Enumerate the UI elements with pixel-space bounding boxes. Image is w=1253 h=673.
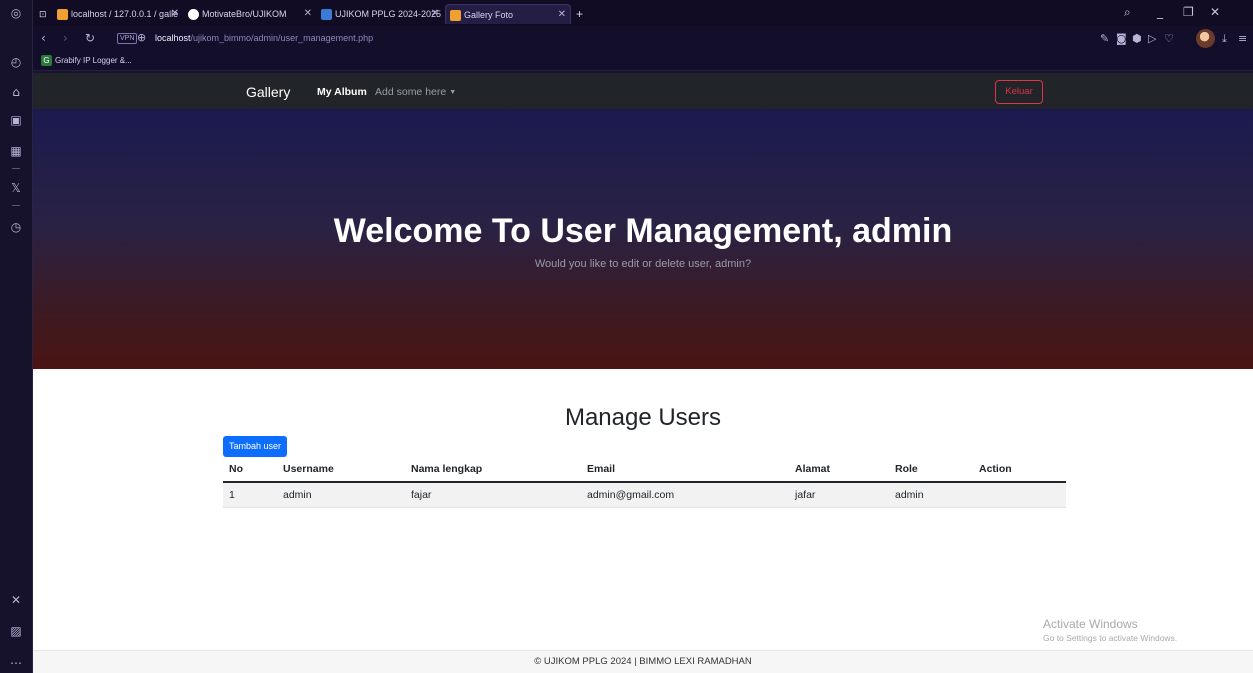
table-row: 1 admin fajar admin@gmail.com jafar admi… [223,482,1066,508]
more-icon[interactable]: ⋯ [8,655,24,671]
shopping-bag-icon[interactable]: ⌂ [8,84,24,100]
tab-github[interactable]: MotivateBro/UJIKOM ✕ [188,4,316,24]
download-icon[interactable]: ⤓ [1222,32,1227,45]
sidebar-divider [12,168,20,169]
twitch-icon[interactable]: ▣ [8,112,24,128]
phpmyadmin-favicon-icon [57,9,68,21]
bookmark-label: Grabify IP Logger &... [55,56,132,65]
gallery-favicon-icon [450,10,461,22]
site-navbar: Gallery My Album Add some here ▼ Keluar [33,73,1253,109]
speed-dial-icon[interactable]: ◴ [8,54,24,70]
close-window-icon[interactable]: ✕ [1210,5,1220,19]
x-twitter-icon[interactable]: 𝕏 [8,180,24,196]
nav-dropdown-label: Add some here [375,86,447,98]
hero-title: Welcome To User Management, admin [333,212,953,250]
new-tab-button[interactable]: + [576,4,588,24]
users-table: No Username Nama lengkap Email Alamat Ro… [223,457,1066,508]
col-action: Action [973,457,1066,483]
opera-logo-icon[interactable]: ◎ [8,5,24,21]
watermark-subtitle: Go to Settings to activate Windows. [1043,633,1178,643]
bookmark-item[interactable]: G Grabify IP Logger &... [41,54,132,67]
extension-icon[interactable]: ▦ [8,143,24,159]
col-username: Username [277,457,405,483]
tab-label: Gallery Foto [464,10,514,20]
logout-button[interactable]: Keluar [995,80,1043,104]
table-header-row: No Username Nama lengkap Email Alamat Ro… [223,457,1066,483]
history-icon[interactable]: ◷ [8,219,24,235]
gallery-icon[interactable]: ▨ [8,623,24,639]
url-field[interactable]: localhost/ujikom_bimmo/admin/user_manage… [155,32,373,45]
nav-my-album[interactable]: My Album [317,85,367,99]
tab-gallery-foto[interactable]: Gallery Foto ✕ [445,4,571,24]
cell-no: 1 [223,482,277,508]
tab-close-icon[interactable]: ✕ [431,4,439,24]
col-nama-lengkap: Nama lengkap [405,457,581,483]
edit-icon[interactable]: ✎ [1100,32,1109,45]
heart-icon[interactable]: ♡ [1164,32,1174,45]
tab-close-icon[interactable]: ✕ [304,4,312,24]
add-user-button[interactable]: Tambah user [223,436,288,457]
user-management-section: Manage Users Tambah user No Username Nam… [33,369,1253,649]
tab-label: MotivateBro/UJIKOM [202,9,287,19]
col-alamat: Alamat [789,457,889,483]
grabify-favicon-icon: G [41,55,52,67]
col-email: Email [581,457,789,483]
cell-username: admin [277,482,405,508]
section-heading: Manage Users [564,404,722,431]
navbar-brand[interactable]: Gallery [246,83,290,101]
page-viewport: Gallery My Album Add some here ▼ Keluar W… [33,73,1253,673]
caret-down-icon: ▼ [449,89,457,96]
col-no: No [223,457,277,483]
cell-alamat: jafar [789,482,889,508]
sidebar-divider [12,205,20,206]
mixer-icon[interactable]: ✕ [8,592,24,608]
menu-icon[interactable]: ≡ [1238,32,1247,45]
tab-label: localhost / 127.0.0.1 / galle [71,9,179,19]
url-path: /ujikom_bimmo/admin/user_management.php [190,33,374,43]
tab-ujikom[interactable]: UJIKOM PPLG 2024-2025 | ✕ [321,4,443,24]
cell-email: admin@gmail.com [581,482,789,508]
forward-icon[interactable]: › [63,31,68,45]
avatar[interactable] [1196,29,1215,48]
col-role: Role [889,457,973,483]
tab-close-icon[interactable]: ✕ [171,4,179,24]
vpn-badge[interactable]: VPN [117,33,138,44]
restore-icon[interactable]: ❐ [1183,5,1194,19]
browser-sidebar: ◎ ◴ ⌂ ▣ ▦ 𝕏 ◷ ✕ ▨ ⋯ [0,0,33,673]
tab-close-icon[interactable]: ✕ [558,5,566,24]
tab-label: UJIKOM PPLG 2024-2025 | [335,9,443,19]
camera-icon[interactable]: ◙ [1116,32,1127,45]
tab-phpmyadmin[interactable]: localhost / 127.0.0.1 / galle ✕ [57,4,183,24]
page-footer: © UJIKOM PPLG 2024 | BIMMO LEXI RAMADHAN [33,650,1253,673]
shield-icon[interactable]: ⬢ [1132,32,1142,45]
cell-action [973,482,1066,508]
tab-search-icon[interactable]: ⊡ [39,4,53,24]
bookmarks-bar: G Grabify IP Logger &... [33,51,1253,71]
reload-icon[interactable]: ↻ [85,31,95,45]
site-info-icon[interactable]: ⊕ [137,31,146,45]
url-host: localhost [155,33,191,43]
activate-windows-watermark: Activate Windows Go to Settings to activ… [1043,617,1177,644]
minimize-icon[interactable]: _ [1157,5,1163,19]
github-favicon-icon [188,9,199,21]
nav-dropdown[interactable]: Add some here ▼ [375,85,456,100]
hero-banner: Welcome To User Management, admin Would … [33,109,1253,369]
hero-subtitle: Would you like to edit or delete user, a… [534,258,752,270]
tab-strip: ⊡ localhost / 127.0.0.1 / galle ✕ Motiva… [33,0,1253,26]
watermark-title: Activate Windows [1043,617,1138,631]
cell-nama-lengkap: fajar [405,482,581,508]
player-icon[interactable]: ▷ [1148,32,1156,45]
tab-search-icon[interactable]: ⌕ [1124,5,1131,19]
address-bar: ‹ › ↻ VPN ⊕ localhost/ujikom_bimmo/admin… [33,26,1253,51]
cell-role: admin [889,482,973,508]
ujikom-favicon-icon [321,9,332,21]
back-icon[interactable]: ‹ [41,31,46,45]
